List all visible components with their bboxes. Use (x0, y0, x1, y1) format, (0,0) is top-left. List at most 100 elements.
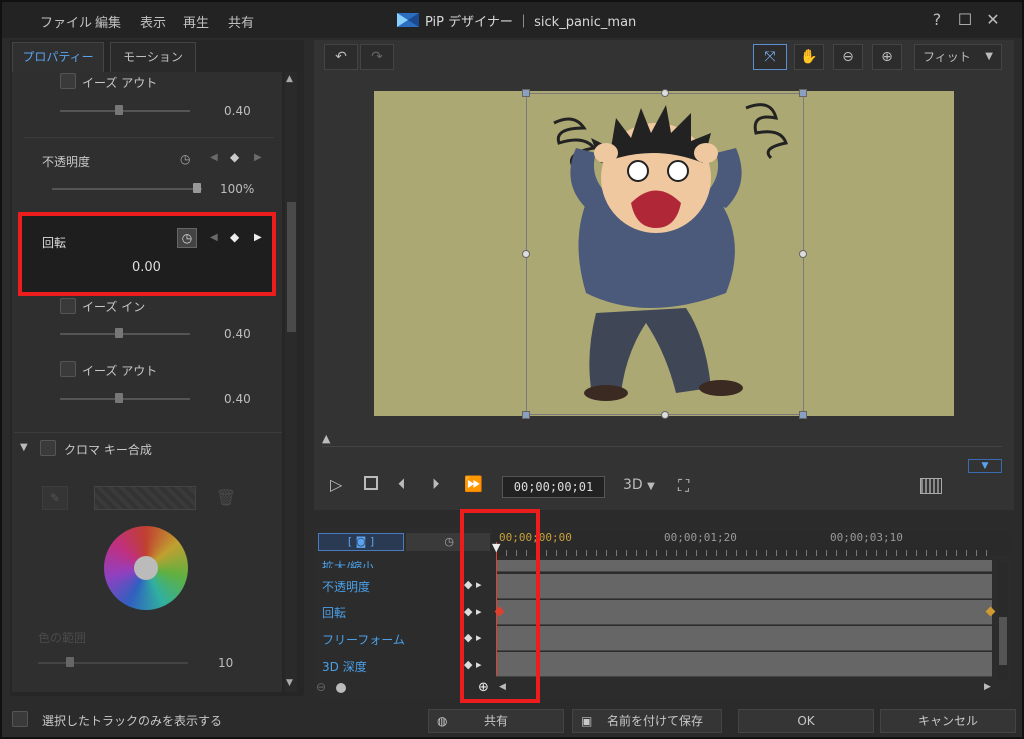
cancel-button[interactable]: キャンセル (880, 709, 1016, 733)
scrubber-track[interactable] (322, 446, 1002, 447)
stop-icon[interactable] (364, 476, 378, 490)
tab-motion[interactable]: モーション (110, 42, 196, 72)
prev-frame-icon[interactable]: ⏴ (398, 475, 406, 493)
redo-icon[interactable]: ↷ (360, 44, 394, 70)
menu-view[interactable]: 表示 (140, 12, 166, 31)
window-title-area: PiP デザイナー ｜ sick_panic_man (397, 10, 636, 30)
play-icon[interactable]: ▷ (330, 475, 342, 494)
ease-out-2-checkbox[interactable] (60, 361, 76, 377)
only-selected-checkbox[interactable] (12, 711, 28, 727)
track-lane[interactable] (496, 652, 992, 677)
fullscreen-icon[interactable]: ⛶ (678, 476, 689, 496)
menu-edit[interactable]: 編集 (95, 12, 121, 31)
resize-handle[interactable] (522, 89, 530, 97)
zoom-in-icon[interactable]: ⊕ (872, 44, 902, 70)
resize-handle[interactable] (522, 250, 530, 258)
track-lane[interactable] (496, 600, 992, 625)
scrubber-marker-icon[interactable]: ▲ (322, 432, 330, 445)
expand-chevron-icon[interactable]: ▼ (968, 459, 1002, 473)
ease-in-slider-thumb[interactable] (115, 328, 123, 338)
zoom-out-timeline-icon[interactable]: ⊖ (316, 680, 326, 694)
resize-handle[interactable] (522, 411, 530, 419)
opacity-slider[interactable] (52, 188, 202, 190)
rotation-prev-key-icon[interactable]: ◀ (210, 232, 218, 243)
tab-properties[interactable]: プロパティー (12, 42, 104, 72)
resize-handle[interactable] (661, 411, 669, 419)
maximize-icon[interactable]: ☐ (955, 10, 975, 30)
track-label-opacity[interactable]: 不透明度 (322, 578, 370, 595)
menu-play[interactable]: 再生 (183, 12, 209, 31)
opacity-slider-thumb[interactable] (193, 183, 201, 193)
next-frame-icon[interactable]: ⏵ (432, 475, 440, 493)
ease-out-checkbox[interactable] (60, 73, 76, 89)
add-key-icon[interactable]: ◆ (230, 150, 239, 164)
ease-out-2-slider-thumb[interactable] (115, 393, 123, 403)
rotation-stopwatch-icon[interactable]: ◷ (177, 228, 197, 248)
undo-icon[interactable]: ↶ (324, 44, 358, 70)
left-scroll-thumb[interactable] (287, 202, 296, 332)
ok-button[interactable]: OK (738, 709, 874, 733)
zoom-out-icon[interactable]: ⊖ (833, 44, 863, 70)
chevron-down-icon: ▼ (985, 51, 993, 62)
save-as-button[interactable]: ▣ 名前を付けて保存 (572, 709, 722, 733)
opacity-label: 不透明度 (42, 155, 91, 169)
next-key-icon[interactable]: ▶ (254, 152, 262, 163)
scroll-right-icon[interactable]: ▶ (984, 682, 991, 692)
chroma-key-checkbox[interactable] (40, 440, 56, 456)
resize-handle[interactable] (799, 250, 807, 258)
only-selected-label: 選択したトラックのみを表示する (42, 714, 223, 728)
color-range-value: 10 (218, 656, 234, 670)
zoom-dropdown[interactable]: フィット ▼ (914, 44, 1002, 70)
track-label-freeform[interactable]: フリーフォーム (322, 631, 405, 648)
close-icon[interactable]: ✕ (983, 10, 1003, 30)
timecode-display[interactable]: 00;00;00;01 (502, 476, 605, 498)
track-label-rotation[interactable]: 回転 (322, 604, 346, 621)
trash-icon[interactable]: 🗑 (214, 486, 238, 510)
share-button[interactable]: ◍ 共有 (428, 709, 564, 733)
hand-icon[interactable]: ✋ (794, 44, 824, 70)
color-wheel-center (134, 556, 158, 580)
selection-frame[interactable] (526, 93, 804, 415)
window-title: PiP デザイナー ｜ sick_panic_man (425, 14, 637, 30)
rotation-next-key-icon[interactable]: ▶ (254, 232, 262, 243)
collapse-arrow-icon[interactable]: ▼ (20, 442, 28, 453)
ease-out-2-slider[interactable] (60, 398, 190, 400)
timeline-scroll-thumb[interactable] (999, 617, 1007, 665)
track-view-toggle[interactable]: [ ◙ ] (318, 533, 404, 551)
track-lane[interactable] (496, 626, 992, 651)
menu-file[interactable]: ファイル (40, 12, 92, 31)
track-label-3d-depth[interactable]: 3D 深度 (322, 658, 367, 675)
track-label-scale[interactable]: 拡大/縮小 (322, 558, 374, 568)
color-swatch[interactable] (94, 486, 196, 510)
3d-mode-toggle[interactable]: 3D ▼ (623, 477, 655, 493)
timeline-zoom-thumb[interactable] (336, 683, 346, 693)
keyframe-view-icon[interactable]: ◷ (406, 533, 462, 551)
menu-share[interactable]: 共有 (228, 12, 254, 31)
prev-key-icon[interactable]: ◀ (210, 152, 218, 163)
rotation-value[interactable]: 0.00 (132, 260, 161, 275)
ease-in-checkbox[interactable] (60, 298, 76, 314)
color-range-slider[interactable] (38, 662, 188, 664)
help-icon[interactable]: ? (927, 10, 947, 30)
select-move-icon[interactable]: ⤧ (753, 44, 787, 70)
ease-in-slider[interactable] (60, 333, 190, 335)
resize-handle[interactable] (661, 89, 669, 97)
color-range-slider-thumb[interactable] (66, 657, 74, 667)
ease-out-slider-thumb[interactable] (115, 105, 123, 115)
track-lane[interactable] (496, 560, 992, 572)
rotation-add-key-icon[interactable]: ◆ (230, 230, 239, 244)
ease-out-2-value: 0.40 (224, 392, 251, 406)
track-lane[interactable] (496, 574, 992, 599)
globe-icon: ◍ (437, 714, 448, 728)
scroll-up-icon[interactable]: ▲ (286, 74, 293, 84)
stopwatch-icon[interactable]: ◷ (180, 152, 194, 166)
eyedropper-icon[interactable]: ✎ (42, 486, 68, 510)
ease-out-slider[interactable] (60, 110, 190, 112)
resize-handle[interactable] (799, 411, 807, 419)
left-scrollbar[interactable] (285, 72, 297, 692)
resize-handle[interactable] (799, 89, 807, 97)
scroll-down-icon[interactable]: ▼ (286, 678, 293, 688)
fast-forward-icon[interactable]: ⏩ (464, 475, 483, 493)
opacity-value: 100% (220, 182, 255, 196)
safe-zone-icon[interactable] (920, 478, 942, 494)
